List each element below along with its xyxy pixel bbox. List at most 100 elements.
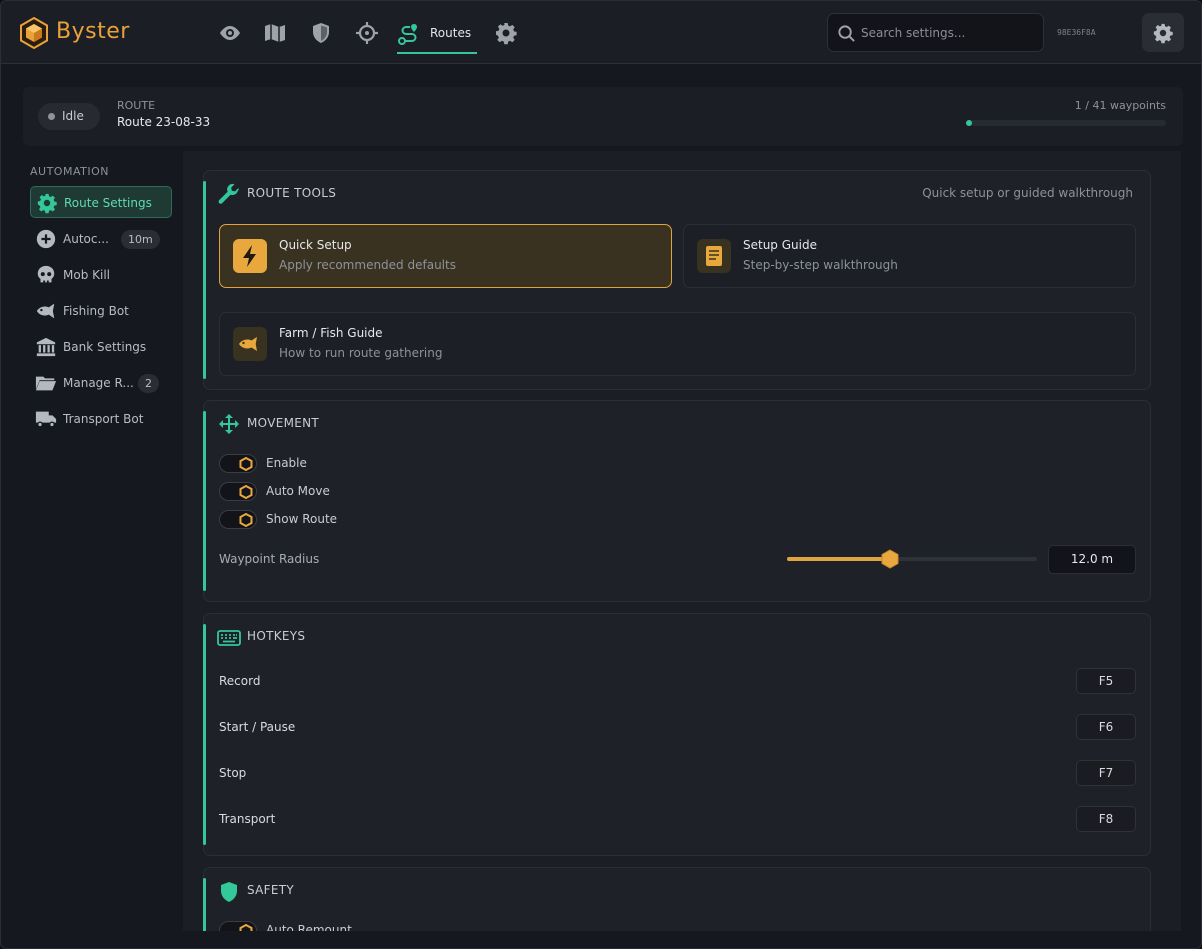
hexagon-icon bbox=[239, 485, 253, 499]
card-title: MOVEMENT bbox=[247, 416, 320, 430]
gear-icon bbox=[37, 193, 57, 214]
route-name: Route 23-08-33 bbox=[117, 115, 211, 129]
tool-description: How to run route gathering bbox=[279, 346, 443, 360]
auto-remount-toggle[interactable] bbox=[219, 921, 257, 931]
waypoint-count: 1 / 41 waypoints bbox=[1074, 99, 1166, 112]
card-accent-bar bbox=[203, 624, 206, 845]
waypoint-progress-fill bbox=[966, 120, 972, 126]
top-bar: Byster Routes 98E36F8A bbox=[1, 1, 1201, 64]
fish-icon bbox=[233, 327, 267, 361]
plus-circle-icon bbox=[36, 229, 56, 249]
hotkey-label: Stop bbox=[219, 766, 247, 780]
hexagon-icon bbox=[239, 457, 253, 471]
card-accent-bar bbox=[203, 411, 206, 591]
slider-thumb-icon[interactable] bbox=[880, 549, 900, 569]
hexagon-icon bbox=[239, 924, 253, 931]
quick-setup-button[interactable]: Quick Setup Apply recommended defaults bbox=[219, 224, 672, 288]
auto-move-toggle[interactable] bbox=[219, 482, 257, 501]
show-route-toggle[interactable] bbox=[219, 510, 257, 529]
sidebar-badge: 10m bbox=[121, 230, 160, 249]
hotkey-start-pause-key[interactable]: F6 bbox=[1076, 714, 1136, 740]
sidebar-item-label: Autoc... bbox=[63, 232, 109, 246]
sidebar-item-label: Fishing Bot bbox=[63, 304, 129, 318]
tab-routes[interactable]: Routes bbox=[397, 20, 477, 54]
search-box[interactable] bbox=[827, 13, 1044, 52]
bolt-icon bbox=[233, 239, 267, 273]
sidebar-item-transport-bot[interactable]: Transport Bot bbox=[30, 403, 172, 435]
search-input[interactable] bbox=[861, 24, 1036, 42]
hotkey-stop-key[interactable]: F7 bbox=[1076, 760, 1136, 786]
status-dot-icon bbox=[48, 113, 55, 120]
byster-logo-icon bbox=[20, 17, 48, 49]
gear-icon[interactable] bbox=[494, 21, 518, 45]
toggle-label: Show Route bbox=[266, 512, 338, 526]
waypoint-progress-bar bbox=[966, 120, 1166, 126]
hotkeys-card: HOTKEYS Record F5 Start / Pause F6 Stop … bbox=[203, 613, 1151, 856]
wrench-icon bbox=[218, 183, 239, 204]
search-icon bbox=[838, 25, 855, 42]
sidebar-item-manage-routes[interactable]: Manage R... 2 bbox=[30, 367, 172, 399]
status-label: Idle bbox=[62, 109, 84, 123]
sidebar-item-route-settings[interactable]: Route Settings bbox=[30, 186, 172, 218]
crosshair-icon[interactable] bbox=[355, 21, 379, 45]
app-window: Byster Routes 98E36F8A bbox=[0, 0, 1202, 949]
settings-button[interactable] bbox=[1142, 13, 1184, 52]
bank-icon bbox=[36, 337, 56, 357]
shield-icon[interactable] bbox=[309, 21, 333, 45]
move-arrows-icon bbox=[219, 414, 239, 434]
tool-name: Farm / Fish Guide bbox=[279, 326, 383, 340]
sidebar-item-label: Route Settings bbox=[64, 196, 152, 210]
tab-routes-label: Routes bbox=[430, 26, 472, 40]
card-title: HOTKEYS bbox=[247, 629, 306, 643]
sidebar-item-autoc[interactable]: Autoc... 10m bbox=[30, 223, 172, 255]
movement-card: MOVEMENT Enable Auto Move Show Route Way… bbox=[203, 400, 1151, 602]
book-icon bbox=[697, 239, 731, 273]
hotkey-label: Transport bbox=[219, 812, 276, 826]
route-icon bbox=[398, 24, 417, 45]
waypoint-radius-slider[interactable] bbox=[787, 549, 1037, 569]
sidebar-item-bank-settings[interactable]: Bank Settings bbox=[30, 331, 172, 363]
card-accent-bar bbox=[203, 181, 206, 379]
gear-icon bbox=[1153, 23, 1173, 44]
truck-icon bbox=[35, 411, 57, 428]
farm-fish-guide-button[interactable]: Farm / Fish Guide How to run route gathe… bbox=[219, 312, 1136, 376]
card-title: ROUTE TOOLS bbox=[247, 186, 337, 200]
skull-icon bbox=[37, 265, 55, 283]
folder-icon bbox=[35, 376, 57, 391]
sidebar-item-fishing-bot[interactable]: Fishing Bot bbox=[30, 295, 172, 327]
tool-description: Step-by-step walkthrough bbox=[743, 258, 898, 272]
hotkey-label: Start / Pause bbox=[219, 720, 296, 734]
card-accent-bar bbox=[203, 878, 206, 931]
map-icon[interactable] bbox=[263, 21, 287, 45]
sidebar-item-label: Manage R... bbox=[63, 376, 134, 390]
main-panel: ROUTE TOOLS Quick setup or guided walkth… bbox=[183, 151, 1181, 931]
eye-icon[interactable] bbox=[218, 21, 242, 45]
sidebar-item-label: Transport Bot bbox=[63, 412, 144, 426]
sidebar-item-mob-kill[interactable]: Mob Kill bbox=[30, 259, 172, 291]
hwid-label: 98E36F8A bbox=[1057, 28, 1096, 37]
tool-name: Quick Setup bbox=[279, 238, 352, 252]
toggle-label: Auto Remount bbox=[266, 923, 352, 931]
sidebar-item-label: Bank Settings bbox=[63, 340, 147, 354]
toggle-label: Auto Move bbox=[266, 484, 330, 498]
card-hint: Quick setup or guided walkthrough bbox=[922, 186, 1133, 200]
sidebar: AUTOMATION Route Settings Autoc... 10m M… bbox=[21, 151, 181, 941]
keyboard-icon bbox=[217, 630, 241, 646]
hotkey-label: Record bbox=[219, 674, 261, 688]
hexagon-icon bbox=[239, 513, 253, 527]
tool-name: Setup Guide bbox=[743, 238, 817, 252]
slider-fill bbox=[787, 557, 890, 561]
safety-card: SAFETY Auto Remount bbox=[203, 867, 1151, 931]
setup-guide-button[interactable]: Setup Guide Step-by-step walkthrough bbox=[683, 224, 1136, 288]
sidebar-badge: 2 bbox=[138, 374, 159, 393]
sidebar-item-label: Mob Kill bbox=[63, 268, 110, 282]
route-tools-card: ROUTE TOOLS Quick setup or guided walkth… bbox=[203, 170, 1151, 390]
toggle-label: Enable bbox=[266, 456, 307, 470]
hotkey-record-key[interactable]: F5 bbox=[1076, 668, 1136, 694]
tool-description: Apply recommended defaults bbox=[279, 258, 456, 272]
enable-toggle[interactable] bbox=[219, 454, 257, 473]
card-title: SAFETY bbox=[247, 883, 294, 897]
waypoint-radius-value[interactable]: 12.0 m bbox=[1048, 545, 1136, 574]
hotkey-transport-key[interactable]: F8 bbox=[1076, 806, 1136, 832]
waypoint-radius-label: Waypoint Radius bbox=[219, 552, 320, 566]
